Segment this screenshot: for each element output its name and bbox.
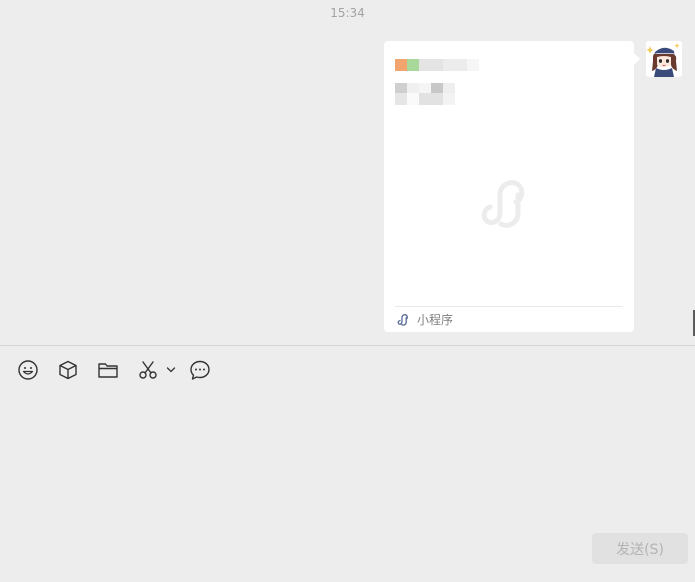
screenshot-button[interactable] [136, 358, 160, 382]
avatar[interactable] [646, 41, 682, 77]
emoji-icon [18, 360, 38, 380]
screenshot-options-button[interactable] [164, 358, 178, 382]
emoji-button[interactable] [16, 358, 40, 382]
mini-program-logo-icon [481, 180, 525, 228]
chevron-down-icon [166, 367, 176, 373]
card-type-label: 小程序 [417, 313, 454, 327]
mini-program-card[interactable]: 小程序 [384, 41, 640, 332]
folder-icon [98, 363, 118, 378]
message-input[interactable] [0, 390, 695, 530]
redacted-subtitle-line-2 [395, 93, 455, 105]
message-timestamp: 15:34 [330, 6, 365, 20]
composer-divider [0, 345, 695, 346]
mini-program-icon [397, 313, 408, 326]
message-list[interactable]: 15:34 小程序 [0, 0, 695, 345]
chat-history-button[interactable] [188, 358, 212, 382]
scissors-icon [139, 361, 157, 379]
redacted-title [395, 59, 479, 71]
favorites-button[interactable] [56, 358, 80, 382]
anime-avatar-icon [646, 41, 682, 77]
chat-bubble-icon [190, 360, 210, 380]
composer-toolbar [0, 356, 695, 384]
card-footer: 小程序 [395, 306, 623, 332]
chat-window: 15:34 小程序 发送(S) [0, 0, 695, 582]
package-icon [59, 360, 77, 380]
send-button[interactable]: 发送(S) [592, 533, 688, 564]
send-file-button[interactable] [96, 358, 120, 382]
